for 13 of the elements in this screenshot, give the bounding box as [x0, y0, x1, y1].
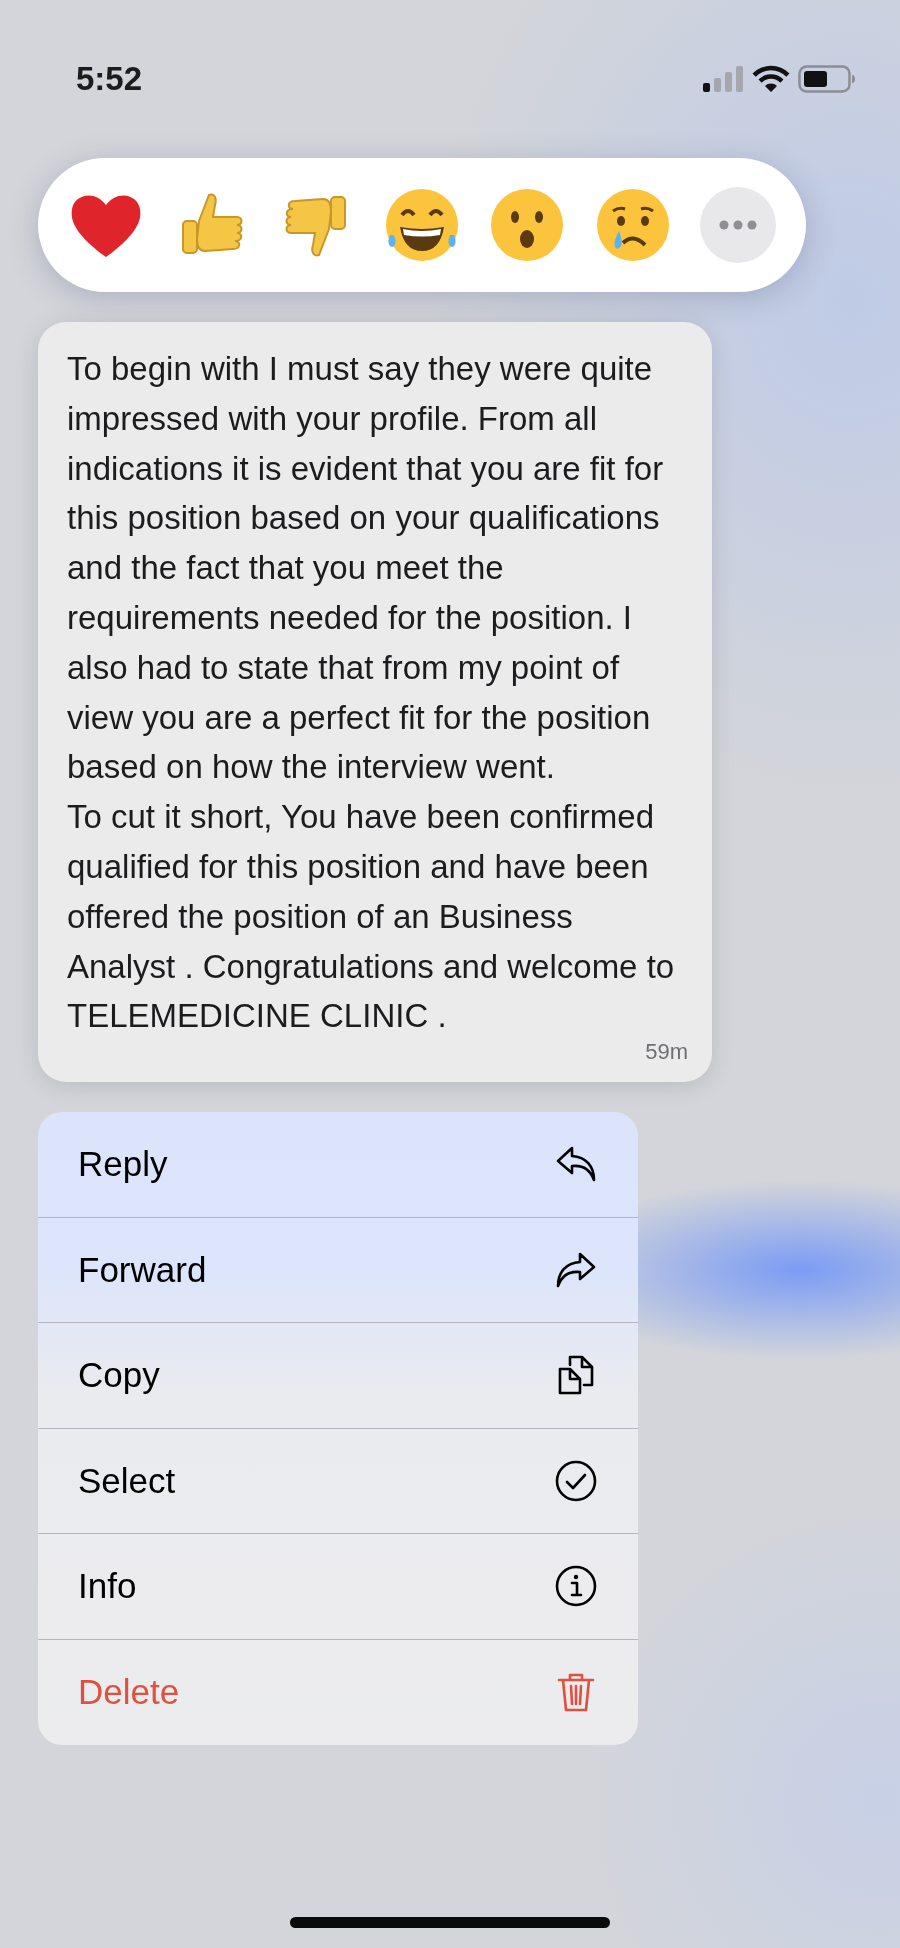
battery-icon	[798, 65, 856, 93]
menu-item[interactable]: Reply	[38, 1112, 638, 1218]
menu-item[interactable]: Forward	[38, 1217, 638, 1324]
menu-item[interactable]: Info	[38, 1534, 638, 1640]
more-icon[interactable]	[697, 185, 778, 265]
menu-item[interactable]: Select	[38, 1428, 638, 1535]
menu-item[interactable]: Copy	[38, 1323, 638, 1429]
signal-icon	[702, 66, 744, 92]
message-time: 59m	[644, 1038, 688, 1067]
message-text: To cut it short, You have been confirmed qualified for this position and have been offered the position of an Business Analyst . Congratulations and welcome to TELEMEDICINE CLINIC .	[67, 797, 676, 1037]
status-time: 5:52	[76, 59, 143, 100]
wifi-icon	[752, 65, 790, 93]
message-text: To begin with I must say they were quite impressed with your profile. From all indications it is evident that you are fit for this position based on your qualifications and the fact that you meet the requirements needed for the position. I also had to state that from my point of view you are a perfect fit for the position based on how the interview went.	[67, 349, 665, 788]
